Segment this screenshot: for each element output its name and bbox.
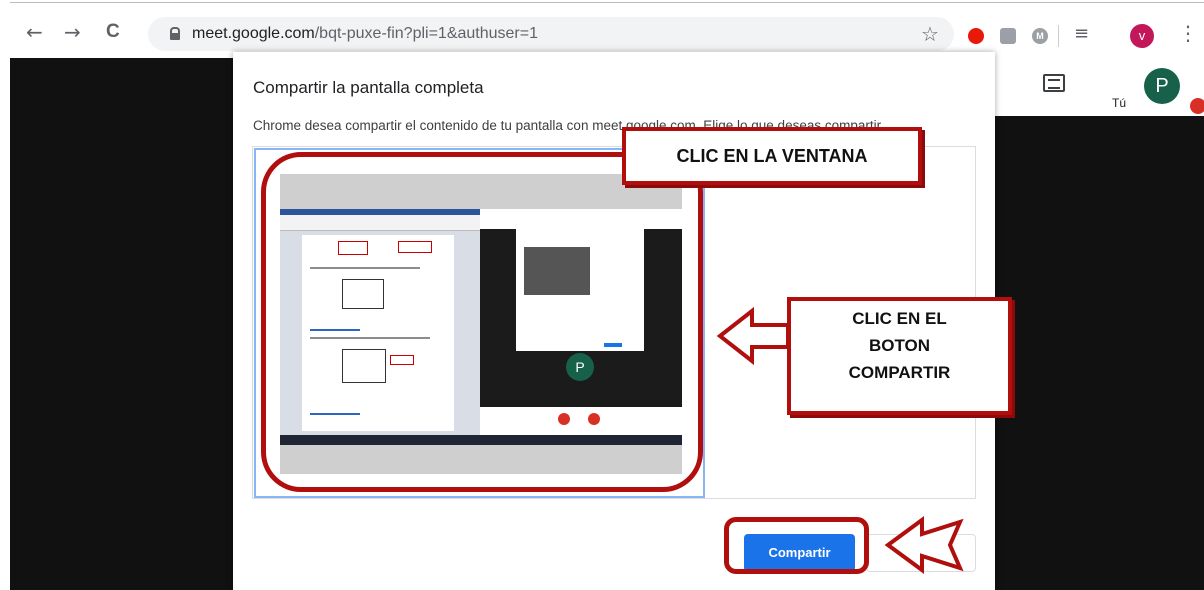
url-text: meet.google.com/bqt-puxe-fin?pli=1&authu… — [192, 25, 538, 42]
highlight-ring-thumbnail — [261, 152, 703, 492]
shield-extension-icon[interactable] — [1000, 28, 1016, 44]
chat-icon[interactable] — [1043, 74, 1065, 92]
browser-toolbar: ← → C meet.google.com/bqt-puxe-fin?pli=1… — [10, 2, 1204, 58]
lock-icon — [170, 27, 180, 40]
callout-click-window: CLIC EN LA VENTANA — [622, 127, 922, 185]
address-bar[interactable]: meet.google.com/bqt-puxe-fin?pli=1&authu… — [148, 17, 954, 51]
callout-line-1: CLIC EN EL — [852, 309, 947, 328]
bookmark-star-icon[interactable]: ☆ — [921, 22, 939, 46]
adblock-extension-icon[interactable] — [968, 28, 984, 44]
forward-arrow-icon[interactable]: → — [64, 22, 81, 42]
profile-avatar[interactable]: v — [1130, 24, 1154, 48]
self-label: Tú — [1112, 96, 1127, 110]
m-extension-icon[interactable]: M — [1032, 28, 1048, 44]
menu-kebab-icon[interactable]: ⋮ — [1178, 21, 1198, 45]
back-arrow-icon[interactable]: ← — [26, 22, 43, 42]
callout-click-share: CLIC EN EL BOTON COMPARTIR — [787, 297, 1012, 415]
reload-icon[interactable]: C — [106, 22, 120, 42]
callout-line-3: COMPARTIR — [848, 363, 951, 382]
highlight-ring-share-button — [724, 517, 869, 574]
meet-top-right-panel: Tú P — [995, 58, 1204, 116]
media-queue-icon[interactable]: ≡ — [1074, 23, 1089, 44]
left-arrow-icon — [884, 516, 964, 574]
toolbar-divider — [1058, 25, 1059, 47]
mic-off-icon — [1190, 98, 1204, 114]
left-arrow-icon — [716, 306, 790, 366]
callout-line-2: BOTON — [868, 336, 931, 355]
dialog-title: Compartir la pantalla completa — [253, 78, 484, 97]
self-avatar: P — [1144, 68, 1180, 104]
